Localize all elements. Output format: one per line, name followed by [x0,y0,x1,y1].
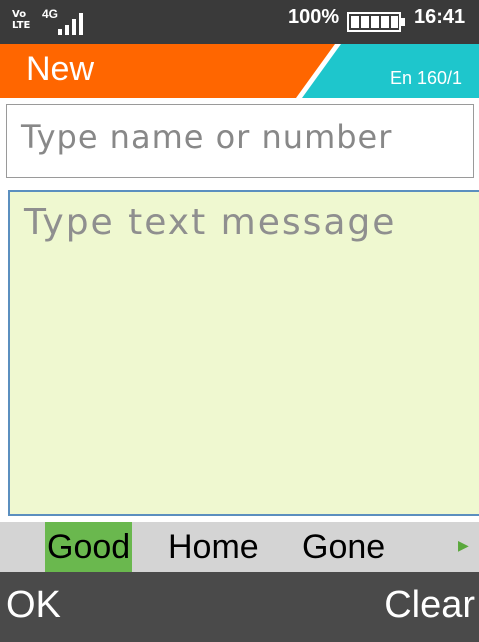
softkey-bar: OK Clear [0,572,479,642]
volte-line1: Vo [12,9,27,20]
suggestion-item[interactable]: Gone [302,522,385,572]
volte-indicator: Vo LTE [12,9,36,31]
ok-softkey[interactable]: OK [6,584,61,627]
signal-bars-icon [58,13,83,35]
battery-icon [347,12,405,32]
triangle-right-icon[interactable]: ▶ [458,538,469,554]
page-title: New [26,50,95,88]
clock: 16:41 [414,6,466,28]
status-bar: Vo LTE 4G 100% 16:41 [0,0,479,44]
clear-softkey[interactable]: Clear [384,584,475,627]
suggestion-bar: Good Home Gone ▶ [0,522,479,572]
battery-percent: 100% [288,6,340,28]
suggestion-selected[interactable]: Good [45,522,133,572]
header-bar: New En 160/1 [0,44,479,98]
char-counter: En 160/1 [390,68,463,88]
volte-line2: LTE [12,20,31,31]
suggestion-item[interactable]: Home [168,522,259,572]
recipient-input[interactable]: Type name or number [6,104,474,178]
message-textarea[interactable]: Type text message [8,190,479,516]
